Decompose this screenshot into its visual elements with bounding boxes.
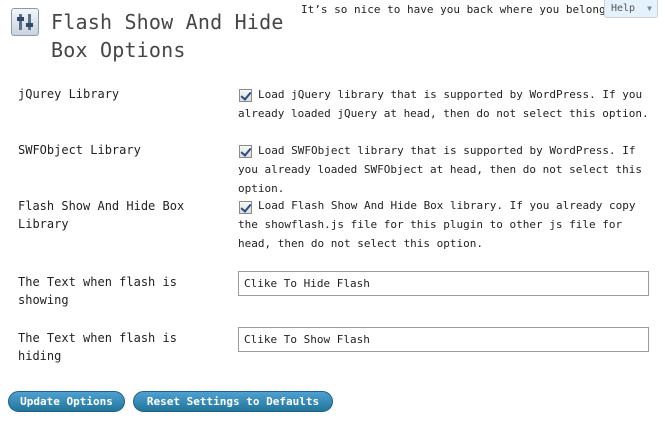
welcome-message: It’s so nice to have you back where you … <box>301 3 606 16</box>
settings-sliders-icon <box>11 8 39 36</box>
jquery-library-description: Load jQuery library that is supported by… <box>238 88 649 120</box>
update-options-button[interactable]: Update Options <box>8 391 125 412</box>
page-title: Flash Show And Hide Box Options <box>51 10 284 62</box>
showing-text-label: The Text when flash is showing <box>18 275 177 307</box>
flash-box-library-label: Flash Show And Hide Box Library <box>18 199 185 231</box>
hiding-text-input[interactable] <box>238 327 649 352</box>
jquery-library-label: jQurey Library <box>18 87 120 101</box>
help-label: Help <box>611 3 636 14</box>
plugin-options-page: Flash Show And Hide Box Options It’s so … <box>0 0 665 427</box>
flash-box-library-description: Load Flash Show And Hide Box library. If… <box>238 199 636 250</box>
chevron-down-icon: ▼ <box>647 4 652 13</box>
showing-text-input[interactable] <box>238 271 649 296</box>
hiding-text-label: The Text when flash is hiding <box>18 331 177 363</box>
help-tab[interactable]: Help ▼ <box>604 0 658 18</box>
swfobject-library-description: Load SWFObject library that is supported… <box>238 144 642 195</box>
swfobject-library-label: SWFObject Library <box>18 143 141 157</box>
reset-defaults-button[interactable]: Reset Settings to Defaults <box>133 391 333 412</box>
